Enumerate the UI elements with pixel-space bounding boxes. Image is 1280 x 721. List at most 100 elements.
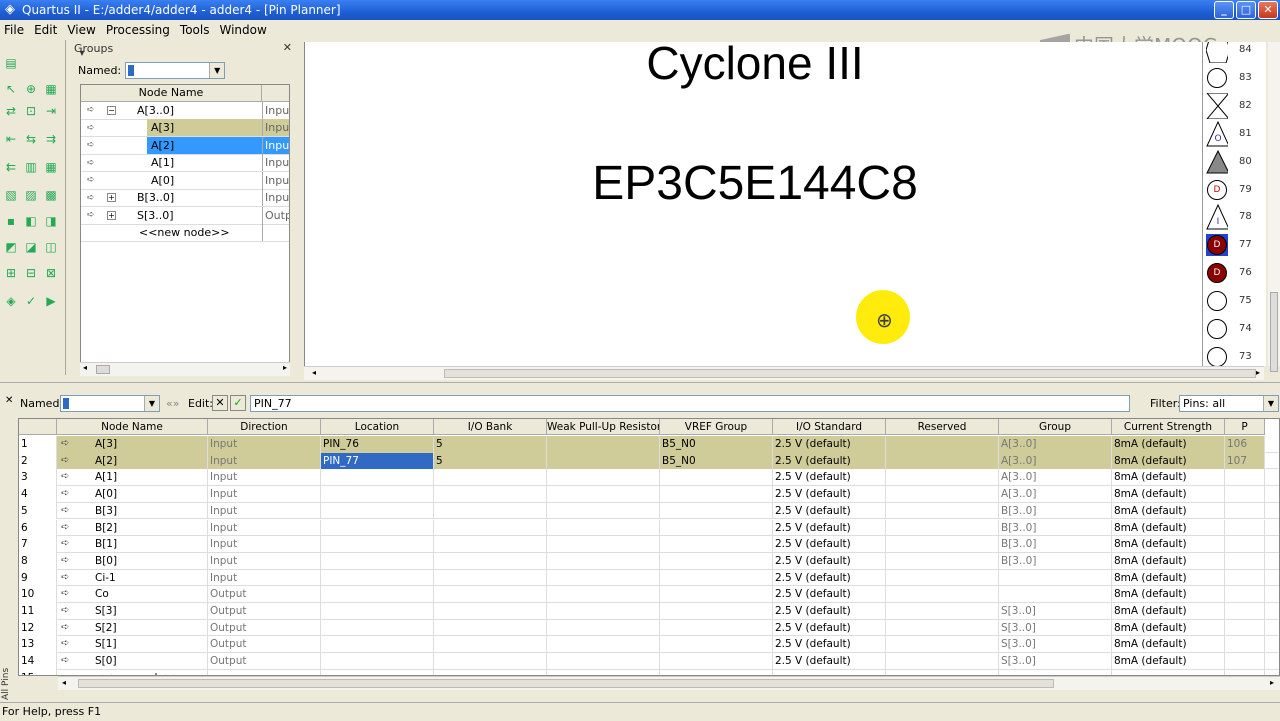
io-bank-cell[interactable]	[434, 619, 547, 637]
pin-81-icon[interactable]: O	[1206, 120, 1228, 147]
location-cell[interactable]	[321, 536, 434, 553]
reserved-cell[interactable]	[886, 569, 999, 587]
current-strength-cell[interactable]: 8mA (default)	[1112, 552, 1225, 570]
location-cell[interactable]	[321, 486, 434, 503]
row-number[interactable]: 4	[19, 486, 57, 503]
p-cell[interactable]	[1225, 603, 1265, 620]
io-bank-cell[interactable]	[434, 603, 547, 620]
table-row[interactable]: 10 ➪ Co Output 2.5 V (default) 8mA (default)	[19, 586, 1279, 603]
current-strength-cell[interactable]: 8mA (default)	[1112, 603, 1225, 620]
chevron-down-icon[interactable]: ▼	[144, 396, 159, 411]
group-cell[interactable]: B[3..0]	[999, 519, 1112, 537]
groups-row[interactable]: ➪ A[1] Input	[81, 154, 289, 172]
io-bank-cell[interactable]	[434, 486, 547, 503]
pin-79-icon[interactable]: D	[1206, 179, 1228, 201]
p-cell[interactable]	[1225, 619, 1265, 637]
pin-planner-icon[interactable]: ▤	[2, 54, 20, 72]
collapse-icon[interactable]: ⊟	[22, 264, 40, 282]
table-row[interactable]: 2 ➪ A[2] Input PIN_77 5 B5_N0 2.5 V (default) A[…	[19, 452, 1279, 470]
io-standard-cell[interactable]: 2.5 V (default)	[773, 653, 886, 670]
node-name-cell[interactable]: ➪ A[3]	[57, 436, 208, 453]
filter-combo[interactable]: Pins: all ▼	[1179, 395, 1279, 412]
pin-80-icon[interactable]	[1206, 149, 1228, 174]
row-number[interactable]: 13	[19, 636, 57, 654]
pin-76-icon[interactable]: D	[1206, 262, 1228, 284]
io-standard-cell[interactable]: 2.5 V (default)	[773, 436, 886, 453]
canvas-vscrollbar[interactable]	[1268, 42, 1280, 372]
row-number[interactable]: 5	[19, 502, 57, 520]
row-number[interactable]: 2	[19, 452, 57, 470]
p-cell[interactable]	[1225, 469, 1265, 487]
io-bank-cell[interactable]	[434, 653, 547, 670]
table-row[interactable]: 7 ➪ B[1] Input 2.5 V (default) B[3..0] 8mA (de…	[19, 536, 1279, 553]
reserved-cell[interactable]	[886, 519, 999, 537]
run-icon[interactable]: ▶	[42, 292, 60, 310]
weak-pullup-cell[interactable]	[547, 569, 660, 587]
location-cell[interactable]	[321, 636, 434, 654]
pll-icon[interactable]: ◪	[22, 238, 40, 256]
row-number[interactable]: 3	[19, 469, 57, 487]
grid-icon[interactable]: ▦	[42, 80, 60, 98]
pin-82-icon[interactable]	[1206, 92, 1228, 119]
pin-icon[interactable]: ▾	[71, 42, 93, 64]
reserved-header[interactable]: Reserved	[886, 419, 999, 435]
groups-row[interactable]: ➪ + B[3..0] Input	[81, 189, 289, 207]
p-cell[interactable]	[1225, 536, 1265, 553]
group-cell[interactable]: A[3..0]	[999, 452, 1112, 470]
node-name-cell[interactable]: ➪ B[1]	[57, 536, 208, 553]
current-strength-header[interactable]: Current Strength	[1112, 419, 1225, 435]
location-cell[interactable]: PIN_77	[321, 452, 434, 470]
reserved-cell[interactable]	[886, 636, 999, 654]
reserved-cell[interactable]	[886, 536, 999, 553]
p-cell[interactable]	[1225, 653, 1265, 670]
vref-group-cell[interactable]	[660, 469, 773, 487]
node-name-cell[interactable]: ➪ Co	[57, 586, 208, 603]
direction-cell[interactable]: Output	[208, 653, 321, 670]
group-cell[interactable]: S[3..0]	[999, 653, 1112, 670]
menu-edit[interactable]: Edit	[30, 23, 63, 37]
vref-group-cell[interactable]	[660, 519, 773, 537]
weak-pullup-cell[interactable]	[547, 552, 660, 570]
edit-input[interactable]: PIN_77	[250, 395, 1130, 412]
all-pins-tab[interactable]: All Pins	[1, 650, 13, 700]
close-button[interactable]: ✕	[1258, 1, 1278, 19]
table-row[interactable]: 14 ➪ S[0] Output 2.5 V (default) S[3..0] 8mA (…	[19, 653, 1279, 670]
direction-cell[interactable]: Input	[208, 436, 321, 453]
group-cell[interactable]: S[3..0]	[999, 619, 1112, 637]
chevron-down-icon[interactable]: ▼	[209, 63, 225, 78]
weak-pullup-cell[interactable]	[547, 619, 660, 637]
node-name-cell[interactable]: ➪ S[2]	[57, 619, 208, 637]
weak-pullup-cell[interactable]	[547, 653, 660, 670]
menu-window[interactable]: Window	[215, 23, 272, 37]
weak-pullup-cell[interactable]	[547, 486, 660, 503]
location-cell[interactable]	[321, 653, 434, 670]
group-cell[interactable]: B[3..0]	[999, 552, 1112, 570]
close-icon[interactable]: ✕	[283, 41, 292, 54]
p-cell[interactable]	[1225, 502, 1265, 520]
groups-row[interactable]: ➪ + S[3..0] Output	[81, 206, 289, 225]
node-name-cell[interactable]: ➪ B[3]	[57, 502, 208, 520]
canvas-hscrollbar[interactable]: ◂ ▸	[304, 366, 1264, 380]
pin-75-icon[interactable]	[1206, 290, 1228, 312]
io-bank-cell[interactable]	[434, 536, 547, 553]
io-icon[interactable]: ▦	[42, 158, 60, 176]
group-cell[interactable]: A[3..0]	[999, 486, 1112, 503]
p-cell[interactable]: 106	[1225, 436, 1265, 453]
io-bank-cell[interactable]	[434, 469, 547, 487]
weak-pullup-cell[interactable]	[547, 536, 660, 553]
diamond-icon[interactable]: ◈	[2, 292, 20, 310]
io-standard-cell[interactable]: 2.5 V (default)	[773, 586, 886, 603]
minimize-button[interactable]: _	[1214, 1, 1234, 19]
diff-icon[interactable]: ▨	[22, 186, 40, 204]
close-icon[interactable]: ✕	[5, 395, 13, 406]
vref-group-cell[interactable]: B5_N0	[660, 452, 773, 470]
io-standard-cell[interactable]: 2.5 V (default)	[773, 552, 886, 570]
node-name-cell[interactable]: ➪ B[0]	[57, 552, 208, 570]
vref-group-cell[interactable]: B5_N0	[660, 436, 773, 453]
row-number[interactable]: 7	[19, 536, 57, 553]
row-number[interactable]: 1	[19, 436, 57, 453]
bank-icon[interactable]: ▥	[22, 158, 40, 176]
direction-cell[interactable]: Output	[208, 636, 321, 654]
io-bank-cell[interactable]	[434, 502, 547, 520]
vref-group-cell[interactable]	[660, 603, 773, 620]
